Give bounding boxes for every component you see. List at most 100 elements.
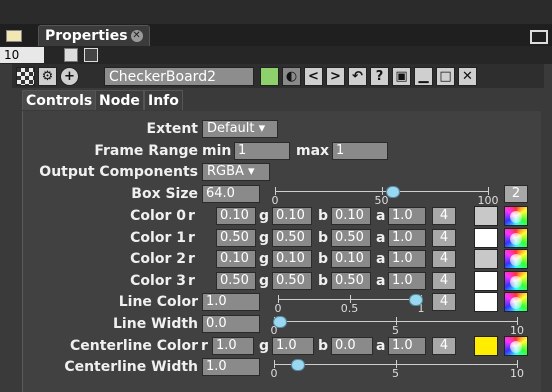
box-size-slider[interactable]: 0 50 100 — [271, 185, 499, 207]
color-3-r-label: r — [188, 273, 195, 289]
min-panels-icon[interactable] — [64, 48, 78, 62]
centerline-a-field[interactable]: 1.0 — [388, 337, 426, 355]
color-2-picker-icon[interactable] — [504, 249, 528, 269]
center-node-icon[interactable]: + — [60, 67, 79, 86]
line-color-slider-handle[interactable] — [409, 294, 423, 306]
color-3-g-field[interactable]: 0.50 — [272, 272, 312, 290]
close-panel-button[interactable]: ✕ — [458, 67, 477, 86]
clear-panels-icon[interactable] — [84, 48, 98, 62]
color-0-a-field[interactable]: 1.0 — [388, 207, 426, 225]
color-0-b-field[interactable]: 0.10 — [331, 207, 371, 225]
color-3-b-field[interactable]: 0.50 — [331, 272, 371, 290]
color-1-a-field[interactable]: 1.0 — [388, 229, 426, 247]
color-3-a-field[interactable]: 1.0 — [388, 272, 426, 290]
centerline-g-label: g — [259, 338, 270, 354]
revert-icon[interactable]: ↶ — [348, 67, 367, 86]
color-3-label: Color 3 — [130, 273, 186, 289]
color-0-r-field[interactable]: 0.10 — [216, 207, 256, 225]
color-1-g-field[interactable]: 0.50 — [272, 229, 312, 247]
centerline-width-slider-handle[interactable] — [291, 359, 306, 371]
node-name-field[interactable]: CheckerBoard2 — [104, 67, 254, 86]
color-3-picker-icon[interactable] — [504, 271, 528, 291]
node-color-button[interactable] — [260, 67, 279, 86]
centerline-r-field[interactable]: 1.0 — [212, 337, 254, 355]
color-0-a-label: a — [376, 208, 386, 224]
box-size-slider-tick-label: 0 — [271, 194, 279, 207]
color-2-a-field[interactable]: 1.0 — [388, 250, 426, 268]
line-width-field[interactable]: 0.0 — [202, 315, 260, 333]
tab-node[interactable]: Node — [95, 90, 144, 110]
float-panel-icon[interactable]: ▣ — [392, 67, 411, 86]
color-0-swatch[interactable] — [474, 206, 498, 226]
line-width-label: Line Width — [113, 316, 198, 332]
line-color-picker-icon[interactable] — [504, 292, 528, 312]
color-0-g-field[interactable]: 0.10 — [272, 207, 312, 225]
color-3-b-label: b — [318, 273, 329, 289]
tab-properties[interactable]: Properties ✕ — [38, 25, 150, 46]
centerline-color-picker-icon[interactable] — [504, 336, 528, 356]
line-width-slider[interactable]: 0 5 10 — [271, 315, 524, 337]
redo-button[interactable]: > — [326, 67, 345, 86]
tab-info[interactable]: Info — [144, 90, 183, 110]
color-0-picker-icon[interactable] — [504, 206, 528, 226]
color-0-label: Color 0 — [130, 208, 186, 224]
max-panels-field[interactable]: 10 — [0, 47, 44, 63]
line-color-slider-tick-label: 0 — [274, 302, 282, 315]
line-width-slider-handle[interactable] — [273, 316, 287, 328]
close-tab-icon[interactable]: ✕ — [130, 30, 143, 42]
color-1-b-field[interactable]: 0.50 — [331, 229, 371, 247]
centerline-width-label: Centerline Width — [64, 359, 198, 375]
color-1-g-label: g — [259, 230, 270, 246]
frame-range-min-field[interactable]: 1 — [234, 142, 290, 160]
frame-range-max-field[interactable]: 1 — [332, 142, 388, 160]
output-components-dropdown[interactable]: RGBA ▾ — [202, 163, 270, 181]
line-color-slider[interactable]: 0 0.5 1 — [274, 293, 425, 315]
help-button[interactable]: ? — [370, 67, 389, 86]
centerline-width-slider-tick-label: 0 — [270, 367, 278, 380]
centerline-channels-button[interactable]: 4 — [432, 337, 456, 355]
centerline-g-field[interactable]: 1.0 — [272, 337, 314, 355]
color-0-channels-button[interactable]: 4 — [432, 207, 456, 225]
overlay-color-icon[interactable]: ◐ — [282, 67, 301, 86]
minimize-icon[interactable]: ▁ — [414, 67, 433, 86]
box-size-field[interactable]: 64.0 — [202, 185, 260, 203]
centerline-b-field[interactable]: 0.0 — [331, 337, 373, 355]
centerline-color-label: Centerline Color — [70, 338, 198, 354]
frame-range-label: Frame Range — [94, 143, 198, 159]
color-0-r-label: r — [188, 208, 195, 224]
extent-dropdown[interactable]: Default ▾ — [202, 120, 278, 138]
maximize-icon[interactable]: □ — [436, 67, 455, 86]
color-3-swatch[interactable] — [474, 271, 498, 291]
color-1-channels-button[interactable]: 4 — [432, 229, 456, 247]
color-2-g-field[interactable]: 0.10 — [272, 250, 312, 268]
color-2-a-label: a — [376, 251, 386, 267]
box-size-slider-handle[interactable] — [385, 186, 400, 198]
color-1-r-label: r — [188, 230, 195, 246]
line-color-channels-button[interactable]: 4 — [432, 293, 456, 311]
color-2-r-field[interactable]: 0.10 — [216, 250, 256, 268]
float-pane-icon[interactable] — [530, 30, 548, 44]
tab-properties-label: Properties — [45, 28, 128, 44]
undo-button[interactable]: < — [304, 67, 323, 86]
color-1-picker-icon[interactable] — [504, 228, 528, 248]
color-3-channels-button[interactable]: 4 — [432, 272, 456, 290]
tab-controls[interactable]: Controls — [22, 90, 97, 110]
line-color-label: Line Color — [118, 294, 198, 310]
color-0-g-label: g — [259, 208, 270, 224]
line-color-swatch[interactable] — [474, 292, 498, 312]
box-size-channels-button[interactable]: 2 — [504, 185, 528, 203]
centerline-color-swatch[interactable] — [474, 336, 498, 356]
line-color-field[interactable]: 1.0 — [202, 293, 260, 311]
properties-icon — [6, 30, 22, 42]
color-3-a-label: a — [376, 273, 386, 289]
centerline-width-slider[interactable]: 0 5 10 — [270, 358, 524, 380]
color-2-swatch[interactable] — [474, 249, 498, 269]
color-1-swatch[interactable] — [474, 228, 498, 248]
color-1-r-field[interactable]: 0.50 — [216, 229, 256, 247]
color-3-r-field[interactable]: 0.50 — [216, 272, 256, 290]
color-2-b-field[interactable]: 0.10 — [331, 250, 371, 268]
color-2-channels-button[interactable]: 4 — [432, 250, 456, 268]
gear-icon[interactable]: ⚙ — [38, 67, 57, 86]
centerline-width-field[interactable]: 1.0 — [202, 358, 260, 376]
checkerboard-node-icon — [16, 67, 35, 86]
